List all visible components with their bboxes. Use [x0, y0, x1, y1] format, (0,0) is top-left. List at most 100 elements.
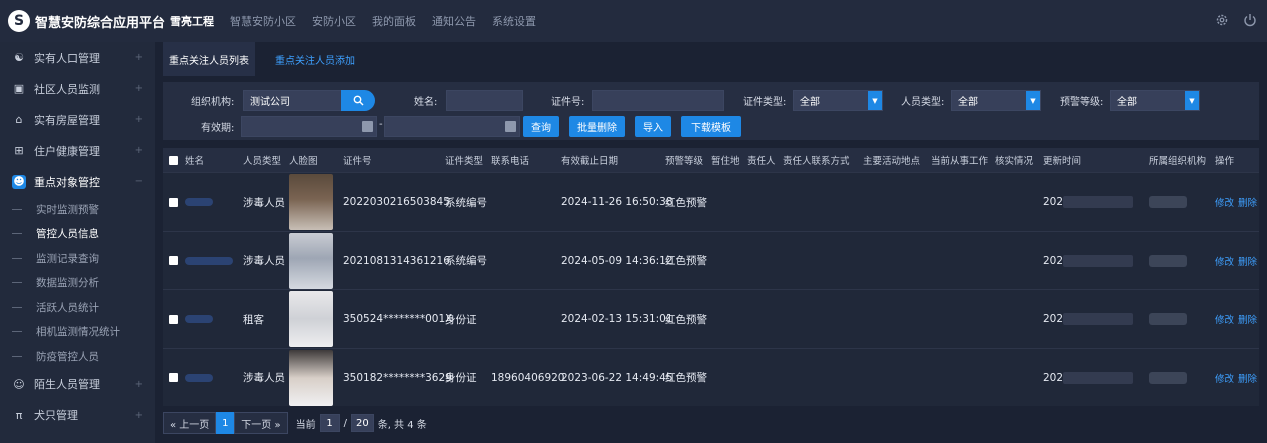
org-cell: [1149, 232, 1187, 290]
topnav-item-notice[interactable]: 通知公告: [432, 13, 476, 29]
sidebar-item-strangers[interactable]: ☺ 陌生人员管理 +: [0, 369, 155, 400]
id-no-cell: 350524********001X: [343, 313, 453, 325]
monitor-icon: ▣: [13, 82, 25, 95]
sidebar-sub-control-personnel[interactable]: 管控人员信息: [0, 222, 155, 247]
page-number-input[interactable]: 1: [319, 414, 340, 432]
id-no-cell: 350182********3629: [343, 371, 452, 384]
person-group-icon: ☯: [14, 51, 24, 64]
power-icon[interactable]: [1243, 13, 1257, 27]
id-type-cell: 身份证: [445, 372, 477, 384]
sidebar: ☯ 实有人口管理 + ▣ 社区人员监测 + ⌂ 实有房屋管理 + ⊞ 住户健康管…: [0, 42, 155, 443]
sidebar-sub-data-analysis[interactable]: 数据监测分析: [0, 271, 155, 296]
page-size-input[interactable]: 20: [350, 414, 374, 432]
tab-focus-list[interactable]: 重点关注人员列表: [163, 42, 255, 76]
expand-plus-icon: +: [134, 378, 143, 390]
calendar-icon: [362, 121, 373, 132]
delete-link[interactable]: 删除: [1238, 312, 1257, 326]
gear-icon[interactable]: [1215, 13, 1229, 27]
sidebar-sub-record-query[interactable]: 监测记录查询: [0, 246, 155, 271]
topnav-item-settings[interactable]: 系统设置: [492, 13, 536, 29]
table-row: 租客 350524********001X 身份证 2024-02-13 15:…: [163, 289, 1259, 348]
topnav-item-dashboard[interactable]: 我的面板: [372, 13, 416, 29]
col-header: 所属组织机构: [1149, 156, 1207, 167]
select-all-checkbox[interactable]: [169, 148, 178, 172]
id-type-cell: 系统编号: [445, 196, 487, 209]
row-checkbox[interactable]: [169, 290, 178, 348]
sidebar-sub-label: 数据监测分析: [36, 277, 99, 290]
sidebar-sub-label: 管控人员信息: [36, 228, 99, 241]
person-type-cell: 租客: [243, 313, 264, 326]
col-header: 核实情况: [995, 156, 1034, 167]
warn-level-select[interactable]: 全部 ▼: [1110, 90, 1200, 111]
col-header: 预警等级: [665, 156, 704, 167]
row-checkbox[interactable]: [169, 232, 178, 290]
org-search-button[interactable]: [341, 90, 375, 111]
id-type-cell: 身份证: [445, 313, 477, 326]
page-slash: /: [343, 417, 347, 429]
download-template-button[interactable]: 下载模板: [681, 116, 741, 137]
sidebar-sub-active-stats[interactable]: 活跃人员统计: [0, 295, 155, 320]
row-checkbox[interactable]: [169, 173, 178, 231]
update-time-text: 202: [1043, 313, 1064, 325]
sidebar-sub-realtime-warning[interactable]: 实时监测预警: [0, 197, 155, 222]
sidebar-item-key-targets[interactable]: ☻ 重点对象管控 −: [0, 166, 155, 197]
tab-bar: 重点关注人员列表 重点关注人员添加: [155, 42, 1267, 76]
delete-link[interactable]: 删除: [1238, 371, 1257, 385]
name-input[interactable]: [446, 90, 523, 111]
collapse-minus-icon: −: [134, 176, 143, 187]
top-bar: S 智慧安防综合应用平台 雪亮工程 智慧安防小区 安防小区 我的面板 通知公告 …: [0, 0, 1267, 42]
import-button[interactable]: 导入: [635, 116, 671, 137]
id-type-cell: 系统编号: [445, 255, 487, 267]
sidebar-sub-camera-stats[interactable]: 相机监测情况统计: [0, 320, 155, 345]
col-header: 更新时间: [1043, 156, 1082, 167]
name-label: 姓名:: [414, 97, 438, 108]
sidebar-item-label: 社区人员监测: [34, 82, 100, 96]
topnav-item-smart-community[interactable]: 智慧安防小区: [230, 13, 296, 29]
sidebar-item-dogs[interactable]: π 犬只管理 +: [0, 400, 155, 431]
valid-label: 有效期:: [201, 123, 235, 134]
prev-page-button[interactable]: « 上一页: [163, 412, 217, 434]
expire-cell: 2024-11-26 16:50:38: [561, 196, 673, 208]
name-cell: [185, 349, 213, 407]
id-type-value: 全部: [800, 97, 820, 108]
house-icon: ⌂: [15, 113, 23, 126]
topnav-item-xueliang[interactable]: 雪亮工程: [170, 13, 214, 29]
id-type-select[interactable]: 全部 ▼: [793, 90, 883, 111]
col-header: 有效截止日期: [561, 156, 619, 167]
col-header: 责任人联系方式: [783, 156, 850, 167]
sidebar-item-label: 重点对象管控: [34, 175, 100, 189]
sidebar-item-health[interactable]: ⊞ 住户健康管理 +: [0, 135, 155, 166]
sidebar-item-community-monitor[interactable]: ▣ 社区人员监测 +: [0, 73, 155, 104]
dog-icon: π: [15, 408, 23, 422]
query-button[interactable]: 查询: [523, 116, 559, 137]
sidebar-sub-label: 相机监测情况统计: [36, 326, 120, 339]
edit-link[interactable]: 修改: [1215, 312, 1234, 326]
row-checkbox[interactable]: [169, 349, 178, 407]
tab-focus-add[interactable]: 重点关注人员添加: [269, 42, 361, 76]
valid-end-input[interactable]: [384, 116, 520, 137]
sidebar-item-population[interactable]: ☯ 实有人口管理 +: [0, 42, 155, 73]
org-input[interactable]: 测试公司: [243, 90, 343, 111]
sidebar-sub-label: 活跃人员统计: [36, 301, 99, 314]
valid-start-input[interactable]: [241, 116, 377, 137]
edit-link[interactable]: 修改: [1215, 195, 1234, 209]
page-total-text: 条, 共 4 条: [377, 419, 427, 431]
org-cell: [1149, 173, 1187, 231]
table-row: 涉毒人员 350182********3629 身份证 18960406920 …: [163, 347, 1259, 407]
edit-link[interactable]: 修改: [1215, 254, 1234, 268]
current-page-button[interactable]: 1: [216, 412, 235, 434]
col-header: 人脸图: [289, 156, 318, 167]
batch-delete-button[interactable]: 批量删除: [569, 116, 625, 137]
id-input[interactable]: [592, 90, 724, 111]
sidebar-item-housing[interactable]: ⌂ 实有房屋管理 +: [0, 104, 155, 135]
person-type-select[interactable]: 全部 ▼: [951, 90, 1041, 111]
calendar-icon: [505, 121, 516, 132]
id-no-cell: 2022030216503845: [343, 196, 450, 208]
delete-link[interactable]: 删除: [1238, 254, 1257, 268]
sidebar-sub-epidemic-control[interactable]: 防疫管控人员: [0, 344, 155, 369]
next-page-button[interactable]: 下一页 »: [234, 412, 288, 434]
edit-link[interactable]: 修改: [1215, 371, 1234, 385]
sidebar-item-label: 实有房屋管理: [34, 113, 100, 127]
delete-link[interactable]: 删除: [1238, 195, 1257, 209]
topnav-item-security-community[interactable]: 安防小区: [312, 13, 356, 29]
